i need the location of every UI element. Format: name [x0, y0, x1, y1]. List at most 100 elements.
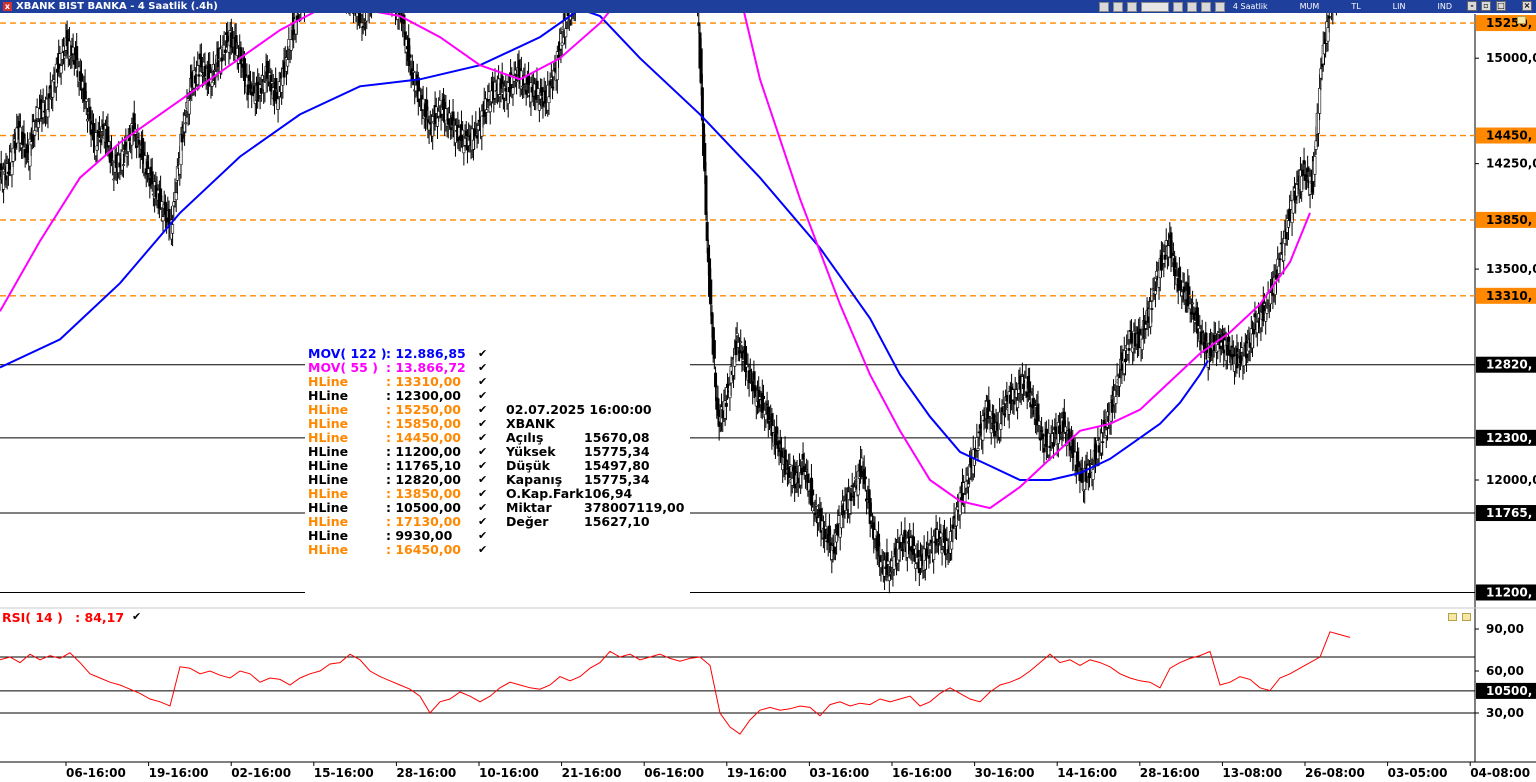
info-value: 15775,34: [584, 444, 650, 459]
chart-window: 18000,017250,015000,014250,013500,012000…: [0, 0, 1536, 782]
rsi-value: : 84,17: [75, 610, 125, 625]
check-icon[interactable]: ✔: [478, 403, 487, 417]
candle-body: [135, 146, 139, 148]
legend-name: HLine: [308, 416, 349, 431]
rsi-legend: RSI( 14 ) : 84,17: [2, 610, 124, 625]
check-icon[interactable]: ✔: [478, 487, 487, 501]
app-icon: x: [3, 2, 12, 11]
close-icon[interactable]: ×: [1522, 1, 1532, 11]
legend-value: : 9930,00: [386, 528, 453, 543]
candle-body: [560, 42, 564, 46]
candle-body: [461, 129, 465, 136]
candle-body: [234, 35, 238, 43]
check-icon[interactable]: ✔: [478, 389, 487, 403]
time-axis-label: 19-16:00: [149, 766, 209, 780]
candle-body: [1016, 400, 1020, 409]
price-axis-label: 14250,0: [1486, 157, 1536, 171]
candle-body: [263, 82, 267, 94]
legend-name: HLine: [308, 402, 349, 417]
price-axis-label: 13500,0: [1486, 262, 1536, 276]
check-icon[interactable]: ✔: [478, 515, 487, 529]
chart-canvas[interactable]: 18000,017250,015000,014250,013500,012000…: [0, 0, 1536, 782]
period-button[interactable]: 4 Saatlik: [1229, 0, 1292, 13]
time-axis-label: 28-16:00: [1140, 766, 1200, 780]
rsi-options-icon[interactable]: [1448, 613, 1457, 621]
toolbar-icon[interactable]: [1098, 1, 1109, 12]
toolbar-icon[interactable]: [1172, 1, 1183, 12]
check-icon[interactable]: ✔: [478, 375, 487, 389]
minimize-icon[interactable]: -: [1467, 1, 1477, 11]
toolbar-icon[interactable]: [1126, 1, 1137, 12]
legend-value: : 12.886,85: [386, 346, 466, 361]
candle-body: [1037, 420, 1041, 426]
time-axis-label: 10-16:00: [479, 766, 539, 780]
legend-name: HLine: [308, 388, 349, 403]
info-value: 15775,34: [584, 472, 650, 487]
rsi-close-icon[interactable]: [1462, 613, 1471, 621]
check-icon[interactable]: ✔: [478, 431, 487, 445]
candle-body: [963, 494, 967, 503]
hline-tag-label: 11200,: [1486, 585, 1532, 599]
check-icon[interactable]: ✔: [478, 473, 487, 487]
info-label: Değer: [506, 514, 549, 529]
time-axis-label: 16-16:00: [892, 766, 952, 780]
currency-button[interactable]: TL: [1347, 0, 1384, 13]
toolbar-icon[interactable]: [1186, 1, 1197, 12]
legend-name: HLine: [308, 514, 349, 529]
check-icon[interactable]: ✔: [478, 543, 487, 557]
info-value: 15670,08: [584, 430, 650, 445]
info-value: 378007119,00: [584, 500, 685, 515]
info-label: O.Kap.Fark: [506, 486, 584, 501]
candle-body: [709, 279, 713, 305]
info-label: Miktar: [506, 500, 552, 515]
toolbar-field[interactable]: [1140, 1, 1169, 12]
check-icon[interactable]: ✔: [478, 501, 487, 515]
check-icon[interactable]: ✔: [478, 361, 487, 375]
legend-value: : 13310,00: [386, 374, 461, 389]
check-icon[interactable]: ✔: [478, 459, 487, 473]
candle-body: [171, 224, 175, 234]
time-axis-label: 21-16:00: [562, 766, 622, 780]
toolbar-icon[interactable]: [1214, 1, 1225, 12]
info-value: 15497,80: [584, 458, 650, 473]
time-axis-label: 19-16:00: [727, 766, 787, 780]
legend-name: HLine: [308, 374, 349, 389]
toolbar-icon[interactable]: [1112, 1, 1123, 12]
candle-body: [724, 402, 728, 407]
legend-value: : 15850,00: [386, 416, 461, 431]
panel-options-icon[interactable]: [1517, 16, 1526, 24]
check-icon[interactable]: ✔: [478, 445, 487, 459]
time-axis-label: 14-16:00: [1057, 766, 1117, 780]
legend-value: : 17130,00: [386, 514, 461, 529]
check-icon[interactable]: ✔: [478, 347, 487, 361]
price-axis-label: 15000,0: [1486, 51, 1536, 65]
candle-body: [1150, 308, 1154, 310]
candle-body: [1187, 286, 1191, 295]
legend-name: HLine: [308, 528, 349, 543]
candle-body: [1278, 258, 1282, 261]
toolbar-icon[interactable]: [1200, 1, 1211, 12]
candle-body: [913, 545, 917, 550]
time-axis-label: 30-16:00: [975, 766, 1035, 780]
candle-body: [187, 100, 191, 115]
candle-body: [712, 340, 716, 359]
legend-value: : 12820,00: [386, 472, 461, 487]
scale-button[interactable]: LIN: [1389, 0, 1430, 13]
candle-body: [1114, 396, 1118, 404]
legend-name: HLine: [308, 500, 349, 515]
legend-name: HLine: [308, 458, 349, 473]
candle-body: [863, 476, 867, 480]
candle-body: [75, 46, 79, 61]
check-icon[interactable]: ✔: [478, 529, 487, 543]
check-icon[interactable]: ✔: [478, 417, 487, 431]
hline-tag-label: 12300,: [1486, 431, 1532, 445]
maximize-icon[interactable]: □: [1496, 1, 1506, 11]
candle-body: [976, 448, 980, 451]
bar-type-button[interactable]: MUM: [1296, 0, 1344, 13]
rsi-check-icon[interactable]: ✔: [132, 610, 141, 623]
candle-body: [1216, 344, 1220, 352]
hline-tag-label: 11765,: [1486, 506, 1532, 520]
candle-body: [966, 483, 970, 488]
restore-icon[interactable]: ▫: [1481, 1, 1491, 11]
candle-body: [1191, 302, 1195, 305]
